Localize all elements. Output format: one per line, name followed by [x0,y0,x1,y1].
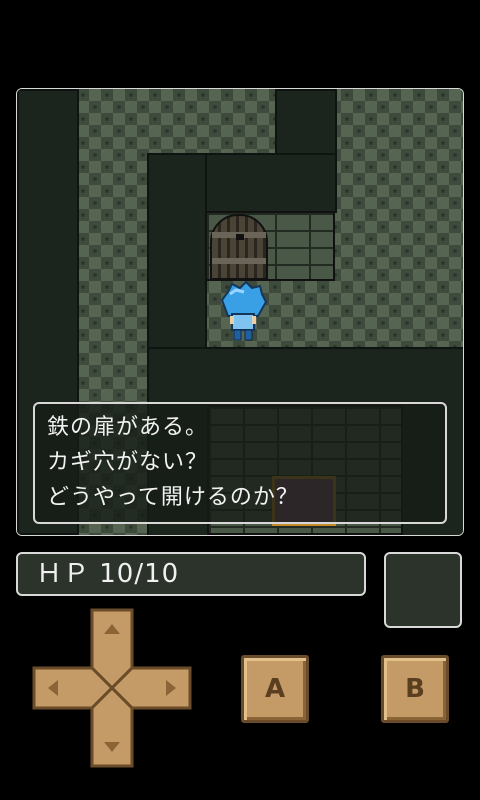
message-line-2: カギ穴がない？ [47,450,209,475]
b-button[interactable]: B [381,655,449,723]
iron-door[interactable] [210,214,268,280]
hero-character [218,280,268,344]
item-slot[interactable] [384,552,462,628]
a-button-label: A [264,674,286,704]
dpad[interactable] [32,608,192,768]
door-lock-icon [236,234,244,240]
hp-status: ＨＰ 10/10 [16,552,366,596]
message-window[interactable]: 鉄の扉がある。 カギ穴がない？ どうやって開けるのか？ [33,402,447,524]
dark-corridor-top [275,89,337,157]
b-button-label: B [405,674,425,704]
message-line-3: どうやって開けるのか？ [47,485,299,510]
message-line-1: 鉄の扉がある。 [47,415,209,440]
a-button[interactable]: A [241,655,309,723]
